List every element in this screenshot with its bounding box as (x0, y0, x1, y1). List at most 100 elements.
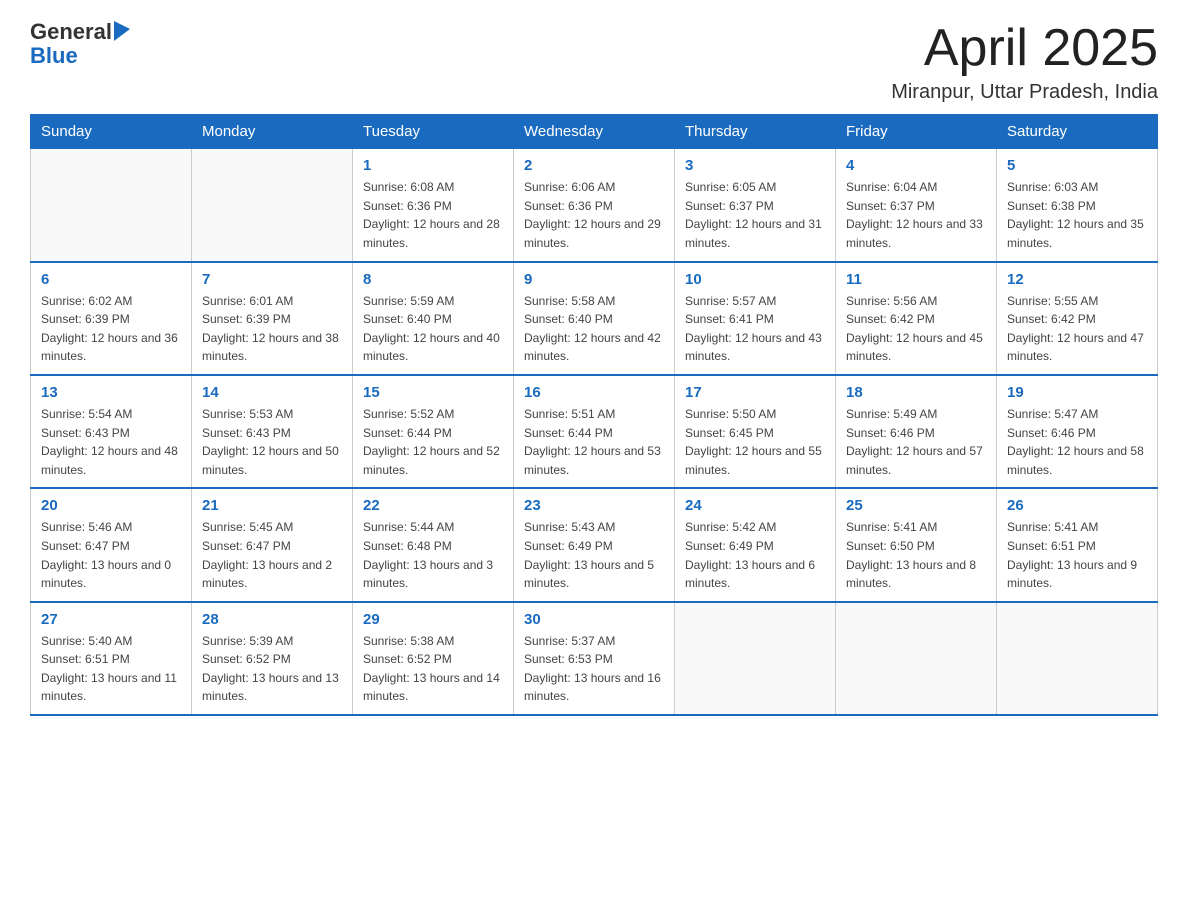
calendar-cell: 5 Sunrise: 6:03 AMSunset: 6:38 PMDayligh… (997, 149, 1158, 262)
day-info: Sunrise: 6:08 AMSunset: 6:36 PMDaylight:… (363, 178, 503, 252)
day-number: 8 (363, 271, 503, 288)
calendar-cell: 20 Sunrise: 5:46 AMSunset: 6:47 PMDaylig… (31, 488, 192, 601)
calendar-cell: 12 Sunrise: 5:55 AMSunset: 6:42 PMDaylig… (997, 262, 1158, 375)
calendar-cell: 6 Sunrise: 6:02 AMSunset: 6:39 PMDayligh… (31, 262, 192, 375)
calendar-cell: 8 Sunrise: 5:59 AMSunset: 6:40 PMDayligh… (353, 262, 514, 375)
weekday-header-friday: Friday (836, 115, 997, 149)
day-number: 3 (685, 157, 825, 174)
day-info: Sunrise: 5:41 AMSunset: 6:51 PMDaylight:… (1007, 518, 1147, 592)
day-number: 25 (846, 497, 986, 514)
calendar-cell: 7 Sunrise: 6:01 AMSunset: 6:39 PMDayligh… (192, 262, 353, 375)
day-info: Sunrise: 5:43 AMSunset: 6:49 PMDaylight:… (524, 518, 664, 592)
day-info: Sunrise: 5:38 AMSunset: 6:52 PMDaylight:… (363, 632, 503, 706)
day-number: 26 (1007, 497, 1147, 514)
calendar-cell: 18 Sunrise: 5:49 AMSunset: 6:46 PMDaylig… (836, 375, 997, 488)
day-info: Sunrise: 5:39 AMSunset: 6:52 PMDaylight:… (202, 632, 342, 706)
day-info: Sunrise: 6:03 AMSunset: 6:38 PMDaylight:… (1007, 178, 1147, 252)
day-number: 19 (1007, 384, 1147, 401)
day-info: Sunrise: 6:05 AMSunset: 6:37 PMDaylight:… (685, 178, 825, 252)
day-info: Sunrise: 5:37 AMSunset: 6:53 PMDaylight:… (524, 632, 664, 706)
day-info: Sunrise: 5:46 AMSunset: 6:47 PMDaylight:… (41, 518, 181, 592)
day-info: Sunrise: 5:42 AMSunset: 6:49 PMDaylight:… (685, 518, 825, 592)
calendar-cell: 10 Sunrise: 5:57 AMSunset: 6:41 PMDaylig… (675, 262, 836, 375)
calendar-cell: 28 Sunrise: 5:39 AMSunset: 6:52 PMDaylig… (192, 602, 353, 715)
day-info: Sunrise: 6:01 AMSunset: 6:39 PMDaylight:… (202, 292, 342, 366)
calendar-cell (836, 602, 997, 715)
calendar-cell (31, 149, 192, 262)
logo-icon (114, 21, 134, 41)
calendar-cell: 19 Sunrise: 5:47 AMSunset: 6:46 PMDaylig… (997, 375, 1158, 488)
day-number: 6 (41, 271, 181, 288)
calendar-cell: 1 Sunrise: 6:08 AMSunset: 6:36 PMDayligh… (353, 149, 514, 262)
day-number: 15 (363, 384, 503, 401)
month-title: April 2025 (891, 20, 1158, 77)
calendar-cell: 3 Sunrise: 6:05 AMSunset: 6:37 PMDayligh… (675, 149, 836, 262)
day-number: 7 (202, 271, 342, 288)
day-info: Sunrise: 5:41 AMSunset: 6:50 PMDaylight:… (846, 518, 986, 592)
calendar-week-row-5: 27 Sunrise: 5:40 AMSunset: 6:51 PMDaylig… (31, 602, 1158, 715)
day-number: 22 (363, 497, 503, 514)
weekday-header-thursday: Thursday (675, 115, 836, 149)
day-number: 20 (41, 497, 181, 514)
calendar-cell: 17 Sunrise: 5:50 AMSunset: 6:45 PMDaylig… (675, 375, 836, 488)
calendar-cell: 9 Sunrise: 5:58 AMSunset: 6:40 PMDayligh… (514, 262, 675, 375)
calendar-cell: 13 Sunrise: 5:54 AMSunset: 6:43 PMDaylig… (31, 375, 192, 488)
day-number: 17 (685, 384, 825, 401)
calendar-cell: 14 Sunrise: 5:53 AMSunset: 6:43 PMDaylig… (192, 375, 353, 488)
weekday-header-row: SundayMondayTuesdayWednesdayThursdayFrid… (31, 115, 1158, 149)
day-number: 11 (846, 271, 986, 288)
day-info: Sunrise: 5:58 AMSunset: 6:40 PMDaylight:… (524, 292, 664, 366)
weekday-header-monday: Monday (192, 115, 353, 149)
day-number: 16 (524, 384, 664, 401)
day-info: Sunrise: 5:50 AMSunset: 6:45 PMDaylight:… (685, 405, 825, 479)
logo-general: General (30, 20, 112, 44)
day-number: 27 (41, 611, 181, 628)
day-number: 12 (1007, 271, 1147, 288)
calendar-week-row-2: 6 Sunrise: 6:02 AMSunset: 6:39 PMDayligh… (31, 262, 1158, 375)
day-number: 2 (524, 157, 664, 174)
calendar-cell: 27 Sunrise: 5:40 AMSunset: 6:51 PMDaylig… (31, 602, 192, 715)
calendar-cell: 30 Sunrise: 5:37 AMSunset: 6:53 PMDaylig… (514, 602, 675, 715)
day-info: Sunrise: 5:45 AMSunset: 6:47 PMDaylight:… (202, 518, 342, 592)
logo-blue: Blue (30, 44, 134, 68)
day-info: Sunrise: 5:59 AMSunset: 6:40 PMDaylight:… (363, 292, 503, 366)
day-info: Sunrise: 5:56 AMSunset: 6:42 PMDaylight:… (846, 292, 986, 366)
day-number: 10 (685, 271, 825, 288)
calendar-cell: 2 Sunrise: 6:06 AMSunset: 6:36 PMDayligh… (514, 149, 675, 262)
calendar-cell: 16 Sunrise: 5:51 AMSunset: 6:44 PMDaylig… (514, 375, 675, 488)
weekday-header-sunday: Sunday (31, 115, 192, 149)
calendar-cell: 4 Sunrise: 6:04 AMSunset: 6:37 PMDayligh… (836, 149, 997, 262)
calendar-week-row-4: 20 Sunrise: 5:46 AMSunset: 6:47 PMDaylig… (31, 488, 1158, 601)
calendar-cell: 25 Sunrise: 5:41 AMSunset: 6:50 PMDaylig… (836, 488, 997, 601)
day-info: Sunrise: 6:02 AMSunset: 6:39 PMDaylight:… (41, 292, 181, 366)
calendar-table: SundayMondayTuesdayWednesdayThursdayFrid… (30, 114, 1158, 716)
day-number: 23 (524, 497, 664, 514)
calendar-cell: 21 Sunrise: 5:45 AMSunset: 6:47 PMDaylig… (192, 488, 353, 601)
weekday-header-wednesday: Wednesday (514, 115, 675, 149)
day-number: 18 (846, 384, 986, 401)
day-number: 13 (41, 384, 181, 401)
day-info: Sunrise: 5:47 AMSunset: 6:46 PMDaylight:… (1007, 405, 1147, 479)
day-info: Sunrise: 5:51 AMSunset: 6:44 PMDaylight:… (524, 405, 664, 479)
day-number: 4 (846, 157, 986, 174)
page-header: General Blue April 2025 Miranpur, Uttar … (30, 20, 1158, 104)
calendar-cell (997, 602, 1158, 715)
calendar-cell: 15 Sunrise: 5:52 AMSunset: 6:44 PMDaylig… (353, 375, 514, 488)
day-number: 28 (202, 611, 342, 628)
calendar-week-row-3: 13 Sunrise: 5:54 AMSunset: 6:43 PMDaylig… (31, 375, 1158, 488)
calendar-week-row-1: 1 Sunrise: 6:08 AMSunset: 6:36 PMDayligh… (31, 149, 1158, 262)
day-number: 29 (363, 611, 503, 628)
location-title: Miranpur, Uttar Pradesh, India (891, 81, 1158, 104)
calendar-cell: 23 Sunrise: 5:43 AMSunset: 6:49 PMDaylig… (514, 488, 675, 601)
calendar-cell: 11 Sunrise: 5:56 AMSunset: 6:42 PMDaylig… (836, 262, 997, 375)
day-info: Sunrise: 5:52 AMSunset: 6:44 PMDaylight:… (363, 405, 503, 479)
calendar-cell: 22 Sunrise: 5:44 AMSunset: 6:48 PMDaylig… (353, 488, 514, 601)
weekday-header-saturday: Saturday (997, 115, 1158, 149)
day-info: Sunrise: 5:57 AMSunset: 6:41 PMDaylight:… (685, 292, 825, 366)
day-info: Sunrise: 5:53 AMSunset: 6:43 PMDaylight:… (202, 405, 342, 479)
calendar-cell (192, 149, 353, 262)
calendar-cell: 24 Sunrise: 5:42 AMSunset: 6:49 PMDaylig… (675, 488, 836, 601)
day-number: 14 (202, 384, 342, 401)
title-block: April 2025 Miranpur, Uttar Pradesh, Indi… (891, 20, 1158, 104)
calendar-cell: 26 Sunrise: 5:41 AMSunset: 6:51 PMDaylig… (997, 488, 1158, 601)
